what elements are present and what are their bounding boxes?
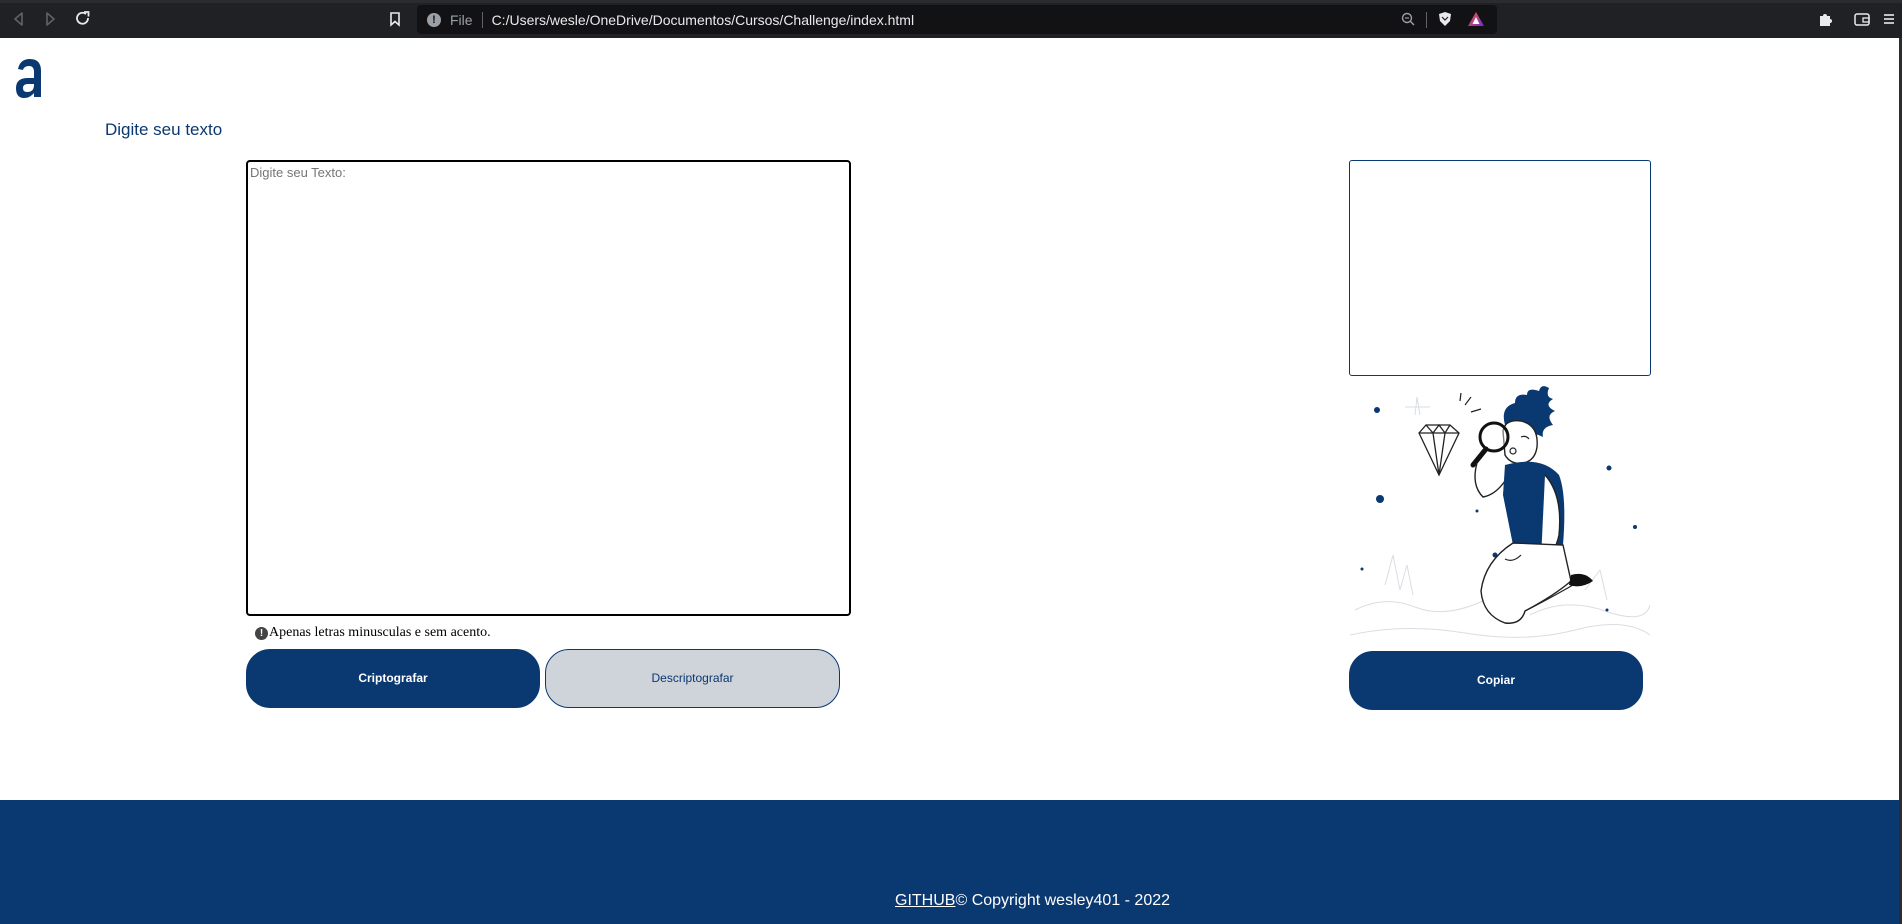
warning-message: ! Apenas letras minusculas e sem acento. — [255, 625, 491, 641]
encrypt-button[interactable]: Criptografar — [246, 649, 540, 708]
omnibox-divider — [1426, 12, 1427, 28]
alura-logo[interactable] — [14, 55, 44, 101]
menu-icon[interactable] — [1880, 9, 1900, 29]
wallet-icon[interactable] — [1852, 9, 1872, 29]
tab-strip — [0, 0, 1902, 3]
github-link[interactable]: GITHUB — [895, 892, 955, 909]
url-scheme-label: File — [450, 11, 473, 28]
search-illustration — [1345, 376, 1655, 649]
back-arrow-icon[interactable] — [9, 9, 29, 29]
brave-rewards-icon[interactable] — [1467, 11, 1485, 27]
output-box — [1349, 160, 1651, 376]
url-text[interactable]: C:/Users/wesle/OneDrive/Documentos/Curso… — [492, 12, 915, 28]
page-title: Digite seu texto — [105, 120, 223, 139]
warning-text: Apenas letras minusculas e sem acento. — [269, 625, 491, 640]
text-input[interactable] — [246, 160, 851, 616]
copy-button[interactable]: Copiar — [1349, 651, 1643, 710]
info-icon[interactable]: ! — [427, 12, 441, 27]
reload-icon[interactable] — [73, 9, 93, 29]
url-divider — [481, 11, 483, 28]
extensions-icon[interactable] — [1816, 9, 1836, 29]
address-bar[interactable]: ! File C:/Users/wesle/OneDrive/Documento… — [417, 5, 1497, 34]
footer-copyright-line: GITHUB© Copyright wesley401 - 2022 — [895, 892, 1170, 910]
footer: GITHUB© Copyright wesley401 - 2022 — [0, 800, 1902, 924]
warning-icon: ! — [255, 626, 268, 640]
forward-arrow-icon[interactable] — [40, 9, 60, 29]
brave-shield-icon[interactable] — [1437, 11, 1453, 27]
bookmark-icon[interactable] — [385, 9, 405, 29]
copyright-text: © Copyright wesley401 - 2022 — [955, 892, 1171, 909]
browser-toolbar: ! File C:/Users/wesle/OneDrive/Documento… — [0, 0, 1902, 38]
decrypt-button[interactable]: Descriptografar — [545, 649, 840, 708]
zoom-icon[interactable] — [1401, 12, 1415, 26]
